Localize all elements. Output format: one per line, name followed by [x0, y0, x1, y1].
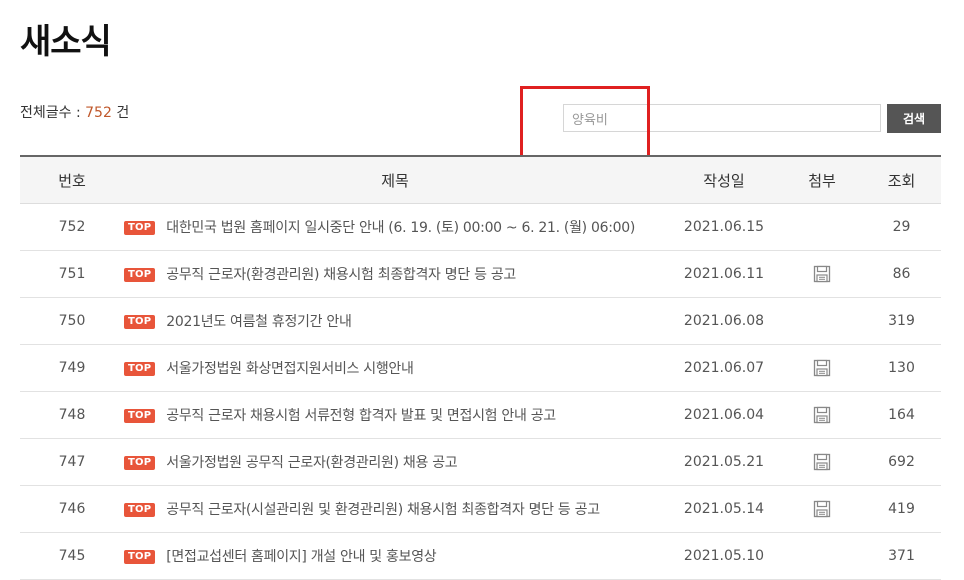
- row-date: 2021.06.15: [666, 203, 782, 251]
- row-title-cell: TOP 2021년도 여름철 휴정기간 안내: [124, 297, 666, 345]
- row-date: 2021.05.10: [666, 532, 782, 580]
- row-attachment-cell: [782, 485, 862, 533]
- row-title-cell: TOP 공무직 근로자(시설관리원 및 환경관리원) 채용시험 최종합격자 명단 …: [124, 485, 666, 533]
- row-attachment-cell: [782, 438, 862, 486]
- row-number: 752: [20, 203, 124, 251]
- notice-table: 번호 제목 작성일 첨부 조회 752 TOP 대한민국 법원 홈페이지 일시중단 …: [20, 155, 941, 580]
- row-number: 749: [20, 344, 124, 392]
- row-title-link[interactable]: [면접교섭센터 홈페이지] 개설 안내 및 홍보영상: [166, 549, 436, 565]
- row-views: 692: [862, 438, 941, 486]
- row-attachment-cell: [782, 532, 862, 580]
- row-title-link[interactable]: 서울가정법원 공무직 근로자(환경관리원) 채용 공고: [166, 455, 457, 471]
- table-row[interactable]: 745 TOP [면접교섭센터 홈페이지] 개설 안내 및 홍보영상 2021.05.…: [20, 532, 941, 580]
- top-badge: TOP: [124, 362, 156, 376]
- row-attachment-cell: [782, 297, 862, 345]
- row-date: 2021.06.07: [666, 344, 782, 392]
- row-title-link[interactable]: 공무직 근로자(시설관리원 및 환경관리원) 채용시험 최종합격자 명단 등 공…: [166, 502, 600, 518]
- table-row[interactable]: 749 TOP 서울가정법원 화상면접지원서비스 시행안내 2021.06.07 130: [20, 344, 941, 392]
- row-title-cell: TOP 공무직 근로자(환경관리원) 채용시험 최종합격자 명단 등 공고: [124, 250, 666, 298]
- row-title-cell: TOP 대한민국 법원 홈페이지 일시중단 안내 (6. 19. (토) 00:0…: [124, 203, 666, 251]
- header-date: 작성일: [666, 156, 782, 204]
- save-disk-icon[interactable]: [813, 359, 831, 377]
- page-title: 새소식: [20, 22, 112, 62]
- row-title-link[interactable]: 대한민국 법원 홈페이지 일시중단 안내 (6. 19. (토) 00:00 ~…: [166, 220, 635, 236]
- table-row[interactable]: 751 TOP 공무직 근로자(환경관리원) 채용시험 최종합격자 명단 등 공고 2…: [20, 250, 941, 298]
- top-badge: TOP: [124, 550, 156, 564]
- save-disk-icon[interactable]: [813, 500, 831, 518]
- row-number: 745: [20, 532, 124, 580]
- table-row[interactable]: 750 TOP 2021년도 여름철 휴정기간 안내 2021.06.08 319: [20, 297, 941, 345]
- header-number: 번호: [20, 156, 124, 204]
- save-disk-icon[interactable]: [813, 265, 831, 283]
- table-row[interactable]: 752 TOP 대한민국 법원 홈페이지 일시중단 안내 (6. 19. (토) 0…: [20, 203, 941, 251]
- search-button[interactable]: 검색: [887, 104, 941, 133]
- row-title-cell: TOP 서울가정법원 화상면접지원서비스 시행안내: [124, 344, 666, 392]
- save-disk-icon[interactable]: [813, 406, 831, 424]
- row-date: 2021.06.08: [666, 297, 782, 345]
- row-views: 130: [862, 344, 941, 392]
- search-input[interactable]: [563, 104, 881, 132]
- row-views: 164: [862, 391, 941, 439]
- row-date: 2021.05.14: [666, 485, 782, 533]
- total-count: 752: [85, 105, 112, 121]
- row-number: 751: [20, 250, 124, 298]
- save-disk-icon[interactable]: [813, 453, 831, 471]
- total-label: 전체글수 :: [20, 105, 86, 121]
- row-attachment-cell: [782, 391, 862, 439]
- top-badge: TOP: [124, 503, 156, 517]
- row-title-cell: TOP 공무직 근로자 채용시험 서류전형 합격자 발표 및 면접시험 안내 공고: [124, 391, 666, 439]
- top-badge: TOP: [124, 409, 156, 423]
- row-title-cell: TOP [면접교섭센터 홈페이지] 개설 안내 및 홍보영상: [124, 532, 666, 580]
- row-views: 319: [862, 297, 941, 345]
- header-title: 제목: [124, 156, 666, 204]
- top-badge: TOP: [124, 268, 156, 282]
- header-views: 조회: [862, 156, 941, 204]
- row-attachment-cell: [782, 344, 862, 392]
- top-badge: TOP: [124, 221, 156, 235]
- total-count-label: 전체글수 : 752 건: [20, 102, 129, 122]
- row-number: 747: [20, 438, 124, 486]
- row-title-cell: TOP 서울가정법원 공무직 근로자(환경관리원) 채용 공고: [124, 438, 666, 486]
- header-attachment: 첨부: [782, 156, 862, 204]
- row-views: 86: [862, 250, 941, 298]
- top-badge: TOP: [124, 315, 156, 329]
- row-views: 29: [862, 203, 941, 251]
- row-attachment-cell: [782, 250, 862, 298]
- row-views: 371: [862, 532, 941, 580]
- table-header-row: 번호 제목 작성일 첨부 조회: [20, 156, 941, 204]
- row-date: 2021.05.21: [666, 438, 782, 486]
- row-number: 750: [20, 297, 124, 345]
- row-title-link[interactable]: 2021년도 여름철 휴정기간 안내: [166, 314, 352, 330]
- row-date: 2021.06.11: [666, 250, 782, 298]
- table-row[interactable]: 748 TOP 공무직 근로자 채용시험 서류전형 합격자 발표 및 면접시험 안내…: [20, 391, 941, 439]
- row-title-link[interactable]: 공무직 근로자(환경관리원) 채용시험 최종합격자 명단 등 공고: [166, 267, 516, 283]
- row-title-link[interactable]: 공무직 근로자 채용시험 서류전형 합격자 발표 및 면접시험 안내 공고: [166, 408, 556, 424]
- row-number: 746: [20, 485, 124, 533]
- row-attachment-cell: [782, 203, 862, 251]
- table-row[interactable]: 747 TOP 서울가정법원 공무직 근로자(환경관리원) 채용 공고 2021.05…: [20, 438, 941, 486]
- row-number: 748: [20, 391, 124, 439]
- total-unit: 건: [111, 105, 130, 121]
- row-title-link[interactable]: 서울가정법원 화상면접지원서비스 시행안내: [166, 361, 414, 377]
- row-date: 2021.06.04: [666, 391, 782, 439]
- top-badge: TOP: [124, 456, 156, 470]
- row-views: 419: [862, 485, 941, 533]
- table-row[interactable]: 746 TOP 공무직 근로자(시설관리원 및 환경관리원) 채용시험 최종합격자 …: [20, 485, 941, 533]
